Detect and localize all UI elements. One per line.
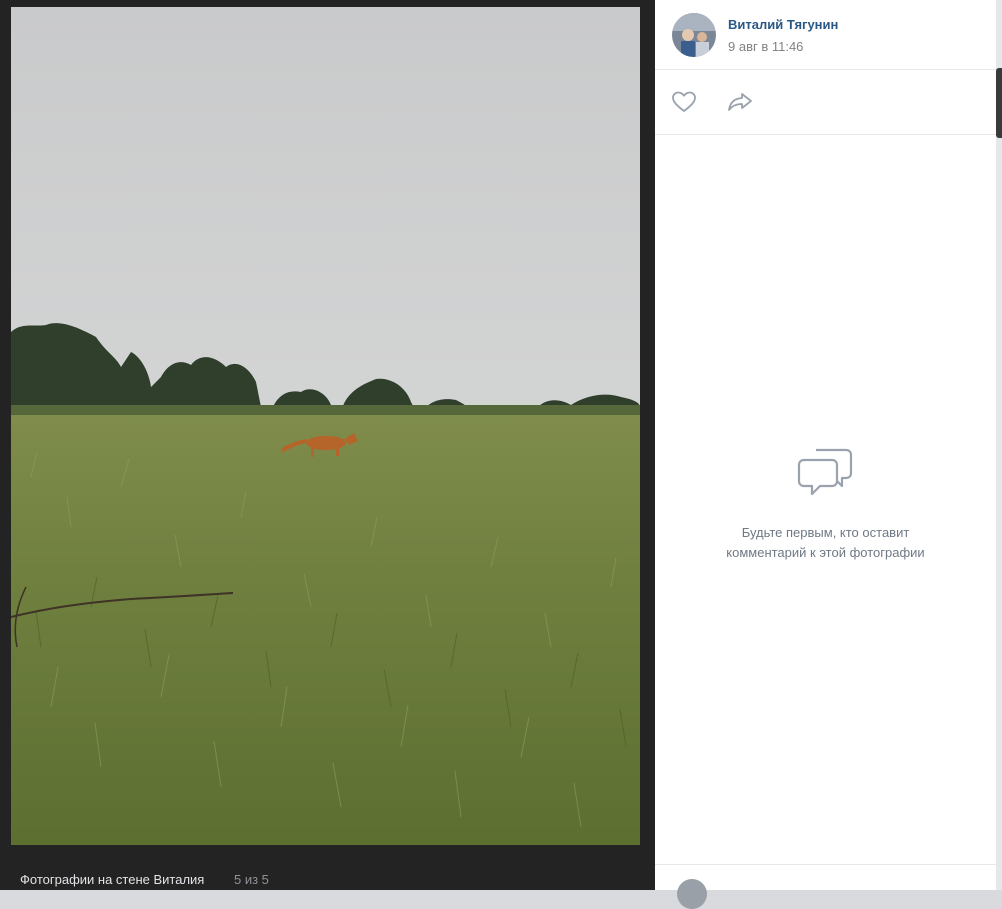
empty-comments-line2: комментарий к этой фотографии bbox=[726, 545, 925, 560]
photo-counter: 5 из 5 bbox=[234, 872, 269, 887]
comment-input[interactable] bbox=[725, 883, 965, 903]
post-date[interactable]: 9 авг в 11:46 bbox=[728, 39, 803, 54]
photo[interactable] bbox=[11, 7, 640, 845]
post-author-block: Виталий Тягунин 9 авг в 11:46 bbox=[655, 0, 996, 70]
share-icon bbox=[726, 93, 754, 120]
post-actions bbox=[655, 70, 996, 135]
empty-comments-placeholder: Будьте первым, кто оставит комментарий к… bbox=[655, 440, 996, 563]
avatar[interactable] bbox=[672, 13, 716, 57]
current-user-avatar bbox=[677, 879, 707, 909]
author-name[interactable]: Виталий Тягунин bbox=[728, 17, 838, 32]
photo-viewer: Фотографии на стене Виталия 5 из 5 Витал… bbox=[0, 0, 1002, 909]
photo-album-caption[interactable]: Фотографии на стене Виталия bbox=[20, 872, 204, 887]
share-button[interactable] bbox=[726, 88, 756, 116]
photo-area: Фотографии на стене Виталия 5 из 5 bbox=[0, 0, 655, 890]
page-background-fragment bbox=[996, 68, 1002, 138]
heart-icon bbox=[670, 91, 698, 120]
like-button[interactable] bbox=[670, 88, 700, 116]
chat-bubbles-icon bbox=[796, 440, 856, 496]
empty-comments-text: Будьте первым, кто оставит комментарий к… bbox=[655, 523, 996, 563]
comment-compose bbox=[655, 864, 996, 909]
photo-sidebar: Виталий Тягунин 9 авг в 11:46 Будьте пер… bbox=[655, 0, 996, 909]
empty-comments-line1: Будьте первым, кто оставит bbox=[741, 525, 910, 540]
